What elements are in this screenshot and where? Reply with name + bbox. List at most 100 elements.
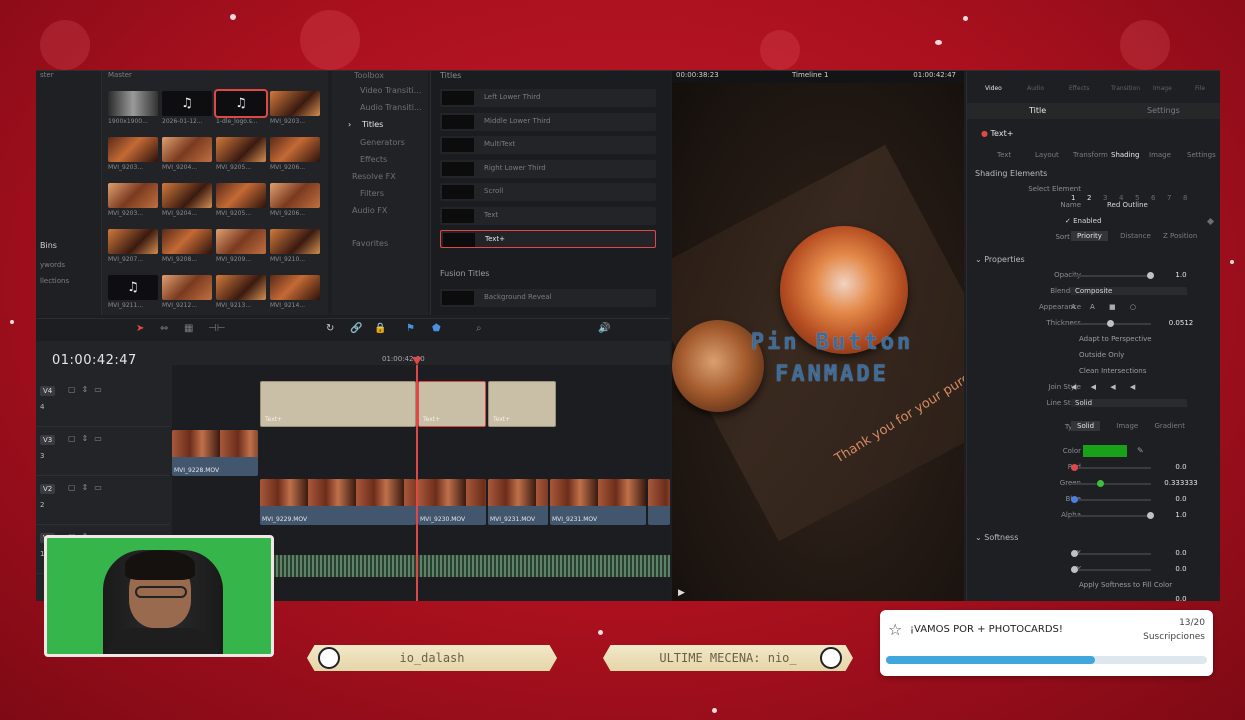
track-controls-icon[interactable]: ▢⇕▭ [68, 434, 108, 443]
clean-checkbox[interactable]: Clean Intersections [1079, 367, 1146, 375]
tab-title[interactable]: Title [1029, 106, 1046, 115]
title-item[interactable]: Scroll [440, 183, 656, 201]
tool-tab-image[interactable]: Image [1149, 151, 1171, 159]
media-clip[interactable]: MVI_9207... [108, 229, 158, 265]
softness-x-slider[interactable] [1071, 550, 1151, 557]
track-header-v2[interactable]: V2 ▢⇕▭ 2 [36, 479, 170, 525]
favorites-item[interactable]: Favorites [352, 239, 388, 248]
softness-header[interactable]: ⌄ Softness [975, 533, 1018, 542]
softness-y-value[interactable]: 0.0 [1157, 563, 1205, 575]
type-solid[interactable]: Solid [1071, 421, 1101, 431]
video-clip[interactable] [648, 479, 670, 525]
collections-item[interactable]: llections [40, 277, 69, 285]
title-item-background-reveal[interactable]: Background Reveal [440, 289, 656, 307]
media-clip[interactable]: MVI_9205... [216, 183, 266, 219]
media-clip[interactable]: MVI_9204... [162, 137, 212, 173]
opacity-slider[interactable] [1071, 272, 1154, 279]
title-item[interactable]: Text [440, 206, 656, 225]
sort-distance[interactable]: Distance [1120, 232, 1151, 240]
audio-transitions-item[interactable]: Audio Transiti... [360, 103, 422, 112]
title-item[interactable]: Left Lower Third [440, 89, 656, 107]
title-item[interactable]: Middle Lower Third [440, 112, 656, 131]
alpha-value[interactable]: 1.0 [1157, 509, 1205, 521]
tool-tab-layout[interactable]: Layout [1035, 151, 1059, 159]
track-header-v4[interactable]: V4 ▢⇕▭ 4 [36, 381, 170, 427]
marker-icon[interactable]: ⬟ [432, 323, 441, 334]
adapt-checkbox[interactable]: Adapt to Perspective [1079, 335, 1152, 343]
inspector-tab-file[interactable]: File [1195, 85, 1205, 92]
track-controls-icon[interactable]: ▢⇕▭ [68, 483, 108, 492]
bins-item[interactable]: Bins [40, 241, 57, 250]
thickness-value[interactable]: 0.0512 [1157, 317, 1205, 329]
video-clip[interactable]: MVI_9229.MOV [260, 479, 416, 525]
apply-softness-checkbox[interactable]: Apply Softness to Fill Color [1079, 581, 1172, 589]
title-clip[interactable]: Text+ [418, 381, 486, 427]
video-clip[interactable]: MVI_9230.MOV [418, 479, 486, 525]
viewer-frame[interactable]: Pin Button FANMADE Thank you for your pu… [672, 83, 964, 601]
media-clip[interactable]: ♫ MVI_9211... [108, 275, 158, 311]
video-transitions-item[interactable]: Video Transiti... [360, 86, 421, 95]
inspector-tab-audio[interactable]: Audio [1027, 85, 1044, 92]
generators-item[interactable]: Generators [360, 138, 405, 147]
properties-header[interactable]: ⌄ Properties [975, 255, 1025, 264]
blue-slider[interactable] [1071, 496, 1151, 503]
media-clip[interactable]: MVI_9203... [270, 91, 320, 127]
media-clip[interactable]: MVI_9212... [162, 275, 212, 311]
inspector-tab-video[interactable]: Video [985, 85, 1002, 92]
timeline-name[interactable]: Timeline 1 [792, 71, 828, 79]
appearance-options[interactable]: A A ■ ○ [1071, 303, 1142, 311]
title-item[interactable]: Right Lower Third [440, 159, 656, 178]
tab-settings[interactable]: Settings [1147, 106, 1180, 115]
play-icon[interactable]: ▶ [678, 588, 685, 598]
media-clip[interactable]: MVI_9205... [216, 137, 266, 173]
tool-tab-transform[interactable]: Transform [1073, 151, 1108, 159]
tool-tab-shading[interactable]: Shading [1111, 151, 1139, 159]
volume-icon[interactable]: 🔊 [598, 323, 610, 334]
enabled-checkbox[interactable]: ✓ Enabled [1065, 217, 1101, 225]
softness-y-slider[interactable] [1071, 566, 1151, 573]
line-style-dropdown[interactable]: Solid [1071, 399, 1187, 407]
media-clip[interactable]: ♫ 1-dle_logo.s... [214, 89, 268, 127]
media-clip[interactable]: MVI_9206... [270, 137, 320, 173]
resolve-fx-item[interactable]: Resolve FX [352, 172, 396, 181]
inspector-tab-image[interactable]: Image [1153, 85, 1172, 92]
media-clip[interactable]: MVI_9210... [270, 229, 320, 265]
media-clip[interactable]: MVI_9213... [216, 275, 266, 311]
media-clip[interactable]: 1900x1900... [108, 91, 158, 127]
inspector-tab-transition[interactable]: Transition [1111, 85, 1140, 92]
eyedropper-icon[interactable]: ✎ [1137, 446, 1144, 455]
link-icon[interactable]: 🔗 [350, 323, 362, 334]
video-clip[interactable]: MVI_9231.MOV [488, 479, 548, 525]
media-clip[interactable]: MVI_9203... [108, 183, 158, 219]
join-style-options[interactable]: ◀ ◀ ◀ ◀ [1071, 383, 1141, 391]
green-slider[interactable] [1071, 480, 1151, 487]
green-value[interactable]: 0.333333 [1157, 477, 1205, 489]
audio-fx-item[interactable]: Audio FX [352, 206, 387, 215]
toolbox-item[interactable]: Toolbox [354, 71, 384, 80]
track-header-v3[interactable]: V3 ▢⇕▭ 3 [36, 430, 170, 476]
audio-waveform[interactable] [272, 555, 670, 577]
title-clip[interactable]: Text+ [488, 381, 556, 427]
track-controls-icon[interactable]: ▢⇕▭ [68, 385, 108, 394]
red-value[interactable]: 0.0 [1157, 461, 1205, 473]
flag-icon[interactable]: ⚑ [406, 323, 415, 334]
blending-dropdown[interactable]: Composite [1071, 287, 1187, 295]
type-gradient[interactable]: Gradient [1154, 422, 1184, 430]
red-slider[interactable] [1071, 464, 1151, 471]
lock-icon[interactable]: 🔒 [374, 323, 386, 334]
video-clip[interactable]: MVI_9228.MOV [172, 430, 258, 476]
last-value[interactable]: 0.0 [1157, 593, 1205, 601]
media-clip[interactable]: MVI_9204... [162, 183, 212, 219]
blade-tool-icon[interactable]: ⊣⊢ [208, 323, 225, 334]
filters-item[interactable]: Filters [360, 189, 384, 198]
type-image[interactable]: Image [1116, 422, 1138, 430]
select-tool-icon[interactable]: ➤ [136, 323, 144, 334]
inspector-tab-effects[interactable]: Effects [1069, 85, 1089, 92]
zoom-icon[interactable]: ⌕ [476, 323, 482, 334]
titles-item[interactable]: Titles [362, 120, 383, 129]
effects-item[interactable]: Effects [360, 155, 387, 164]
softness-x-value[interactable]: 0.0 [1157, 547, 1205, 559]
media-clip[interactable]: MVI_9208... [162, 229, 212, 265]
opacity-value[interactable]: 1.0 [1157, 269, 1205, 281]
keywords-item[interactable]: ywords [40, 261, 65, 269]
